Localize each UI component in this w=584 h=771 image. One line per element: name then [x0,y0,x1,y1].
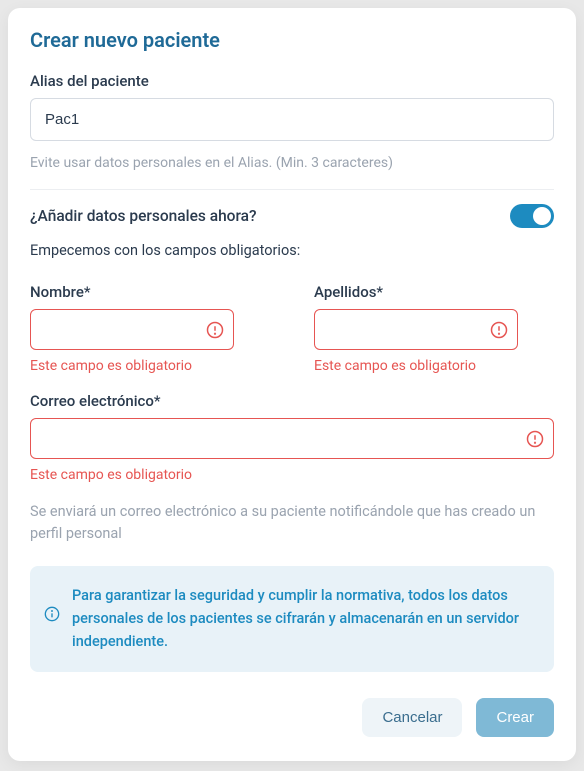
email-field: Correo electrónico* Este campo es obliga… [30,392,554,483]
personal-data-toggle[interactable] [510,204,554,228]
create-patient-modal: Crear nuevo paciente Alias del paciente … [8,8,576,761]
security-notice-box: Para garantizar la seguridad y cumplir l… [30,566,554,672]
toggle-knob [533,207,551,225]
email-notice: Se enviará un correo electrónico a su pa… [30,501,554,546]
personal-data-toggle-row: ¿Añadir datos personales ahora? [30,204,554,228]
name-error: Este campo es obligatorio [30,358,270,374]
alias-helper: Evite usar datos personales en el Alias.… [30,155,554,171]
name-label: Nombre* [30,283,270,301]
personal-data-toggle-label: ¿Añadir datos personales ahora? [30,207,257,225]
email-label: Correo electrónico* [30,392,554,410]
modal-actions: Cancelar Crear [30,698,554,737]
alert-circle-icon [206,321,224,339]
mandatory-fields-subtext: Empecemos con los campos obligatorios: [30,242,554,259]
alias-label: Alias del paciente [30,72,554,90]
divider [30,189,554,190]
surname-label: Apellidos* [314,283,554,301]
info-icon [44,606,60,622]
name-input[interactable] [30,309,234,350]
alias-input[interactable] [30,98,554,141]
modal-title: Crear nuevo paciente [30,28,554,52]
surname-error: Este campo es obligatorio [314,358,554,374]
email-error: Este campo es obligatorio [30,467,554,483]
surname-field: Apellidos* Este campo es obligatorio [314,283,554,374]
cancel-button[interactable]: Cancelar [362,698,462,737]
surname-input[interactable] [314,309,518,350]
security-notice-text: Para garantizar la seguridad y cumplir l… [72,584,536,654]
name-surname-row: Nombre* Este campo es obligatorio Apelli… [30,283,554,382]
email-input[interactable] [30,418,554,459]
name-field: Nombre* Este campo es obligatorio [30,283,270,374]
alert-circle-icon [526,430,544,448]
alert-circle-icon [490,321,508,339]
create-button[interactable]: Crear [476,698,554,737]
